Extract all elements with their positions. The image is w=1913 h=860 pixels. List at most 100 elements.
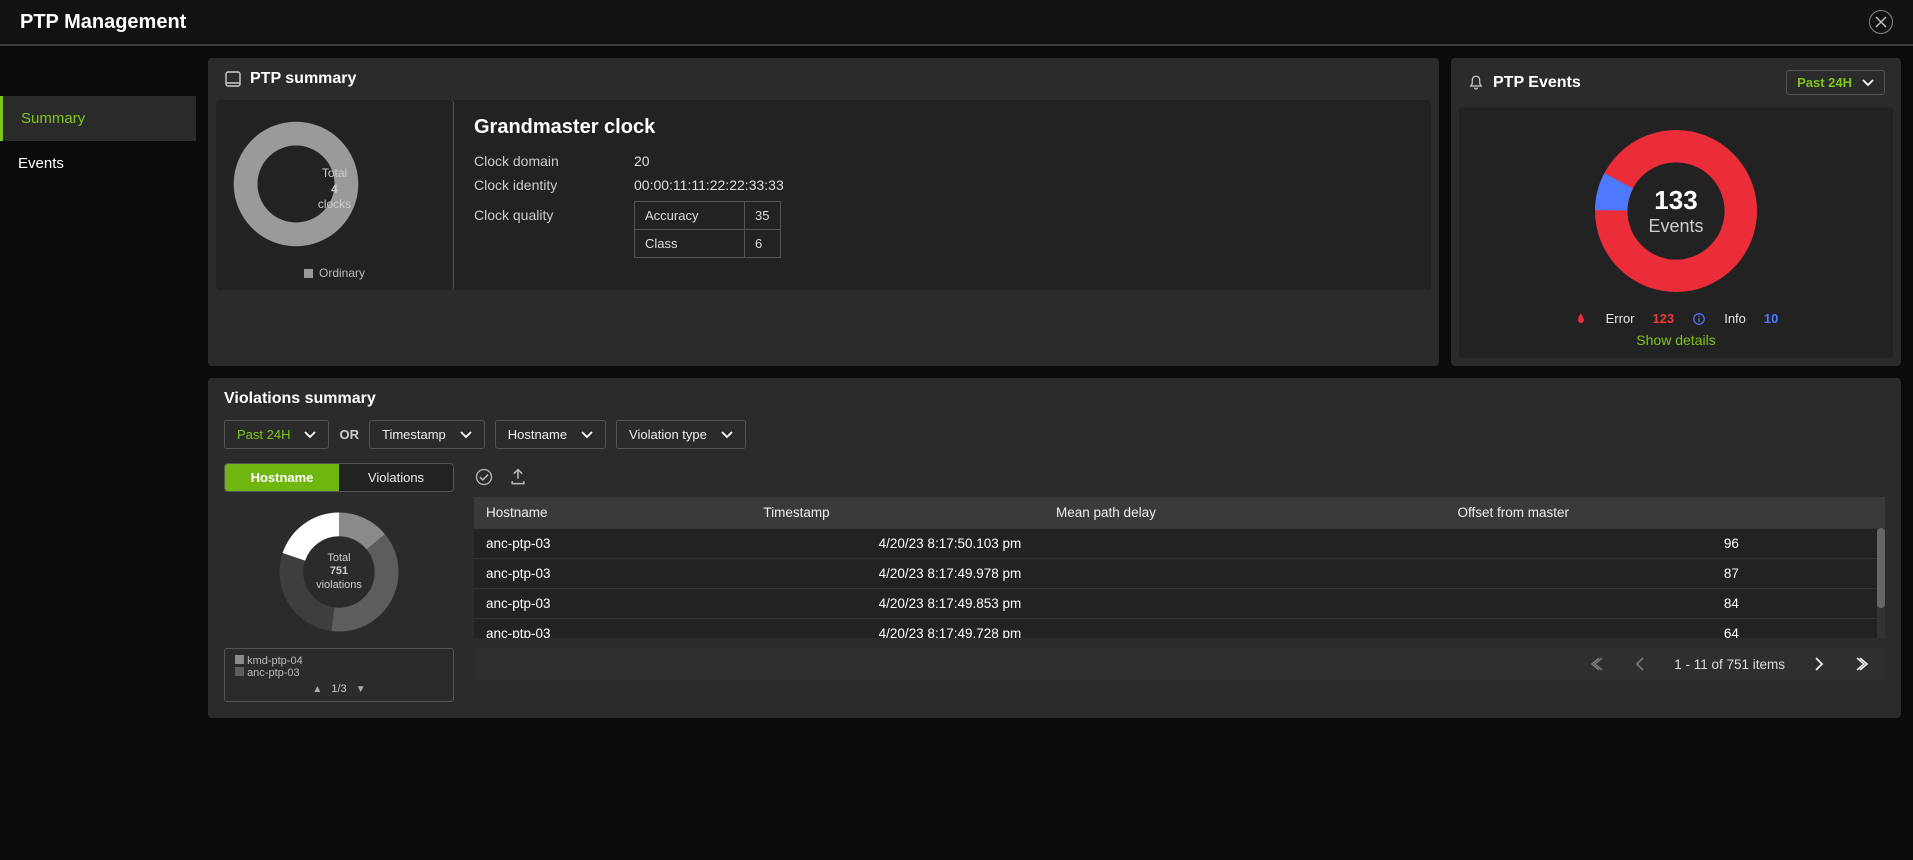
table-cell: 64 xyxy=(1712,619,1885,639)
sidebar-item-events[interactable]: Events xyxy=(0,141,196,186)
vio-center-label: Total xyxy=(327,552,350,565)
filter-hostname-label: Hostname xyxy=(508,427,567,442)
filter-timestamp-dropdown[interactable]: Timestamp xyxy=(369,420,485,449)
legend-label: Ordinary xyxy=(319,266,365,280)
panel-ptp-summary: PTP summary Total 4 clocks xyxy=(208,58,1439,366)
sidebar: Summary Events xyxy=(0,46,196,858)
fire-icon xyxy=(1574,312,1588,326)
events-donut: 133 Events xyxy=(1586,121,1766,301)
error-label: Error xyxy=(1606,311,1635,326)
table-cell: anc-ptp-03 xyxy=(474,529,867,559)
table-cell xyxy=(1606,559,1712,589)
sidebar-item-summary[interactable]: Summary xyxy=(0,96,196,141)
table-pager: 1 - 11 of 751 items xyxy=(474,648,1885,680)
seg-hostname[interactable]: Hostname xyxy=(225,464,339,491)
scrollbar-track[interactable] xyxy=(1877,528,1885,638)
quality-table: Accuracy 35 Class 6 xyxy=(634,201,781,258)
error-count: 123 xyxy=(1653,311,1675,326)
legend-prev-icon[interactable]: ▲ xyxy=(306,684,328,695)
pager-prev-icon[interactable] xyxy=(1634,656,1646,672)
col-timestamp[interactable]: Timestamp xyxy=(751,497,1044,528)
panel-ptp-events: PTP Events Past 24H xyxy=(1451,58,1901,366)
pager-last-icon[interactable] xyxy=(1853,656,1869,672)
table-row[interactable]: anc-ptp-034/20/23 8:17:49.978 pm 87 xyxy=(474,559,1885,589)
violations-legend: kmd-ptp-04 anc-ptp-03 ▲ 1/3 ▼ xyxy=(224,648,454,702)
filter-type-dropdown[interactable]: Violation type xyxy=(616,420,746,449)
legend-next-icon[interactable]: ▼ xyxy=(350,684,372,695)
table-cell: anc-ptp-03 xyxy=(474,559,867,589)
filter-range-dropdown[interactable]: Past 24H xyxy=(224,420,329,449)
quality-class-label: Class xyxy=(635,230,745,258)
table-cell xyxy=(1606,529,1712,559)
filter-timestamp-label: Timestamp xyxy=(382,427,446,442)
pager-first-icon[interactable] xyxy=(1590,656,1606,672)
table-cell: 4/20/23 8:17:49.728 pm xyxy=(867,619,1606,639)
header: PTP Management xyxy=(0,0,1913,46)
export-icon[interactable] xyxy=(508,467,528,487)
gm-domain-value: 20 xyxy=(634,153,650,169)
chevron-down-icon xyxy=(721,431,733,439)
vio-center-value: 751 xyxy=(330,565,348,578)
info-label: Info xyxy=(1724,311,1746,326)
chevron-down-icon xyxy=(1862,79,1874,87)
table-cell: 87 xyxy=(1712,559,1885,589)
gm-identity-label: Clock identity xyxy=(474,177,634,193)
table-row[interactable]: anc-ptp-034/20/23 8:17:49.853 pm 84 xyxy=(474,589,1885,619)
table-row[interactable]: anc-ptp-034/20/23 8:17:49.728 pm 64 xyxy=(474,619,1885,639)
pager-next-icon[interactable] xyxy=(1813,656,1825,672)
bell-icon xyxy=(1467,74,1485,92)
quality-class-value: 6 xyxy=(745,230,781,258)
events-range-value: Past 24H xyxy=(1797,75,1852,90)
donut-center-value: 4 xyxy=(226,182,443,198)
info-icon xyxy=(1692,312,1706,326)
gm-identity-value: 00:00:11:11:22:22:33:33 xyxy=(634,177,784,193)
clocks-donut: Total 4 clocks Ordinary xyxy=(216,100,454,290)
table-row[interactable]: anc-ptp-034/20/23 8:17:50.103 pm96 xyxy=(474,529,1885,559)
show-details-link[interactable]: Show details xyxy=(1475,332,1877,348)
close-icon[interactable] xyxy=(1869,10,1893,34)
col-offset[interactable]: Offset from master xyxy=(1446,497,1885,528)
table-scroll[interactable]: anc-ptp-034/20/23 8:17:50.103 pm96anc-pt… xyxy=(474,528,1885,638)
panel-title: PTP summary xyxy=(250,70,356,88)
quality-accuracy-value: 35 xyxy=(745,202,781,230)
gm-domain-label: Clock domain xyxy=(474,153,634,169)
filter-type-label: Violation type xyxy=(629,427,707,442)
gm-quality-label: Clock quality xyxy=(474,201,634,223)
seg-violations[interactable]: Violations xyxy=(339,464,453,491)
col-hostname[interactable]: Hostname xyxy=(474,497,751,528)
col-mpd[interactable]: Mean path delay xyxy=(1044,497,1446,528)
legend-swatch xyxy=(304,269,313,278)
chevron-down-icon xyxy=(460,431,472,439)
vio-center-unit: violations xyxy=(316,579,362,592)
table-cell: 84 xyxy=(1712,589,1885,619)
table-cell: 4/20/23 8:17:50.103 pm xyxy=(867,529,1606,559)
filter-range-value: Past 24H xyxy=(237,427,290,442)
panel-title: Violations summary xyxy=(224,390,376,408)
table-cell xyxy=(1606,619,1712,639)
segmented-control: Hostname Violations xyxy=(224,463,454,492)
table-cell: 4/20/23 8:17:49.978 pm xyxy=(867,559,1606,589)
filter-or: OR xyxy=(339,427,359,442)
donut-center-unit: clocks xyxy=(226,197,443,213)
scrollbar-thumb[interactable] xyxy=(1877,528,1885,608)
table-cell xyxy=(1606,589,1712,619)
events-total-value: 133 xyxy=(1654,185,1697,216)
gm-title: Grandmaster clock xyxy=(474,116,1411,139)
donut-center-label: Total xyxy=(226,166,443,182)
legend-item: anc-ptp-03 xyxy=(247,667,300,679)
chevron-down-icon xyxy=(581,431,593,439)
legend-item: kmd-ptp-04 xyxy=(247,655,303,667)
events-range-dropdown[interactable]: Past 24H xyxy=(1786,70,1885,95)
select-all-icon[interactable] xyxy=(474,467,494,487)
quality-accuracy-label: Accuracy xyxy=(635,202,745,230)
chevron-down-icon xyxy=(304,431,316,439)
events-total-label: Events xyxy=(1648,216,1703,237)
table-cell: anc-ptp-03 xyxy=(474,589,867,619)
info-count: 10 xyxy=(1764,311,1778,326)
table-cell: 4/20/23 8:17:49.853 pm xyxy=(867,589,1606,619)
legend-pager-text: 1/3 xyxy=(331,683,346,695)
violations-table: Hostname Timestamp Mean path delay Offse… xyxy=(474,497,1885,528)
table-cell: anc-ptp-03 xyxy=(474,619,867,639)
filter-hostname-dropdown[interactable]: Hostname xyxy=(495,420,606,449)
summary-icon xyxy=(224,70,242,88)
